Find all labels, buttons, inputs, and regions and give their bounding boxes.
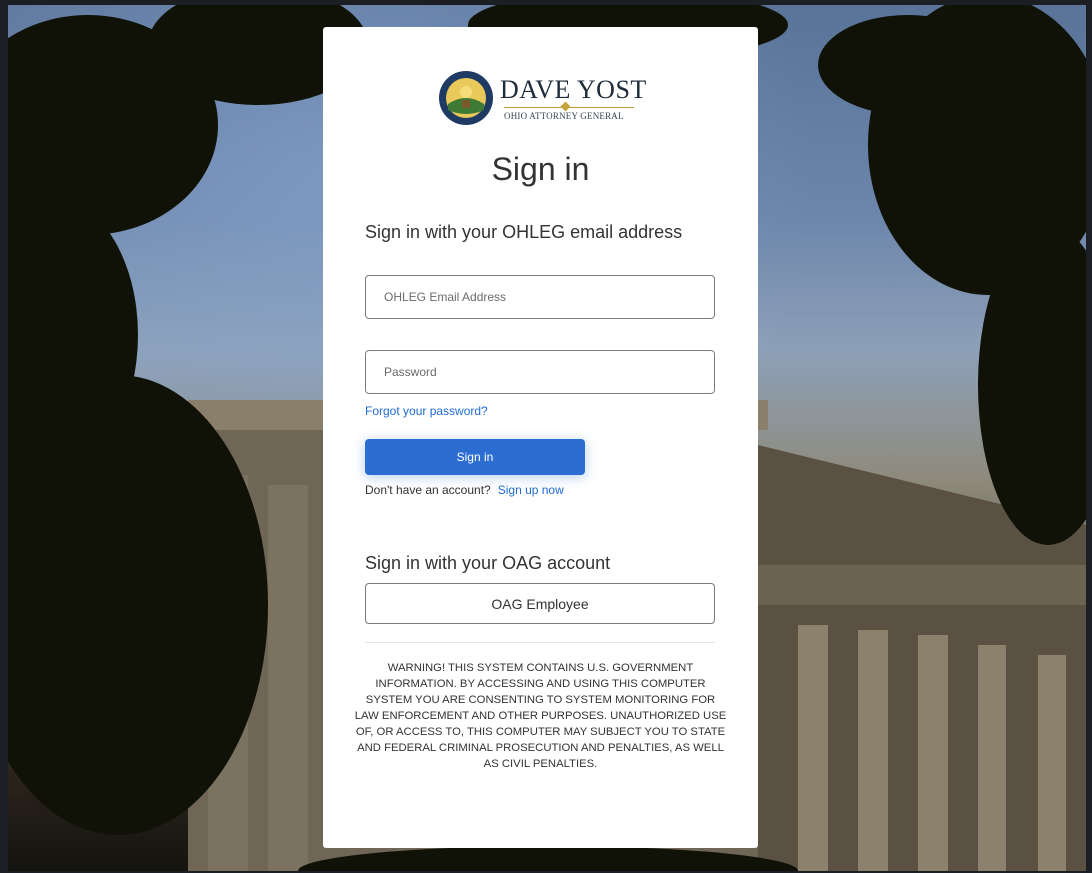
no-account-row: Don't have an account? Sign up now [365,483,564,497]
ohio-attorney-general-seal-icon [439,71,493,125]
forgot-password-link[interactable]: Forgot your password? [365,404,488,418]
sign-in-card: DAVE YOST OHIO ATTORNEY GENERAL Sign in … [323,27,758,848]
email-field[interactable] [365,275,715,319]
oag-employee-button[interactable]: OAG Employee [365,583,715,624]
security-warning: WARNING! THIS SYSTEM CONTAINS U.S. GOVER… [354,662,727,770]
logo-name: DAVE YOST [500,75,647,104]
sign-in-button[interactable]: Sign in [365,439,585,475]
oag-account-heading: Sign in with your OAG account [365,553,611,573]
ohio-attorney-general-logo: DAVE YOST OHIO ATTORNEY GENERAL [438,70,648,126]
logo-subtitle: OHIO ATTORNEY GENERAL [504,111,624,121]
page-title: Sign in [491,151,590,187]
local-account-heading: Sign in with your OHLEG email address [365,222,683,242]
password-field[interactable] [365,350,715,394]
divider [365,642,715,643]
sign-up-link[interactable]: Sign up now [498,483,564,497]
no-account-text: Don't have an account? [365,483,491,497]
